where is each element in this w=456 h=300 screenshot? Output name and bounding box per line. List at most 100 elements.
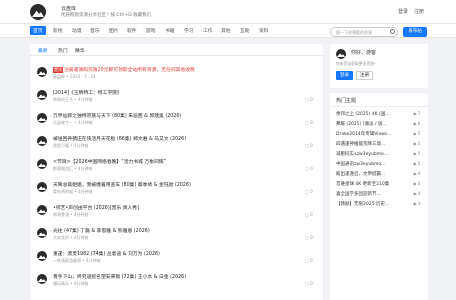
view-count-value: 5: [417, 161, 421, 166]
nav-item-movies[interactable]: 影视: [53, 27, 63, 34]
nav-item-work[interactable]: 工作: [203, 27, 213, 34]
view-count-value: 6: [417, 121, 421, 126]
reply-count: ▢ 0: [305, 235, 313, 240]
avatar[interactable]: [37, 251, 47, 261]
hot-topic-item[interactable]: 殿出逢逐启，文帝挺霸... ◉ 4: [336, 171, 424, 180]
avatar[interactable]: [37, 159, 47, 169]
list-item[interactable]: 重逢：渡灵1982 (74集) 丛意迪 & 刘万为 (2026) 一枕清醉游春雨…: [30, 249, 323, 269]
reply-count: ▢ 0: [305, 120, 313, 125]
nav-item-music[interactable]: 音乐: [90, 27, 100, 34]
list-item[interactable]: 光往 (47集) 丁磊 & 李思雅 & 熊雅恩 (2026) 大宋芝奶 • 4分…: [30, 226, 323, 246]
avatar[interactable]: [37, 205, 47, 215]
view-count-value: 4: [417, 181, 421, 186]
search-icon[interactable]: [390, 29, 395, 34]
post-title[interactable]: •综艺•声创由平台 (2026)[音乐 真人秀]: [53, 204, 139, 211]
post-title[interactable]: 重逢：渡灵1982 (74集) 丛意迪 & 刘万为 (2026): [53, 250, 160, 257]
site-name[interactable]: 云盘库: [61, 5, 76, 12]
post-title[interactable]: 光往 (47集) 丁磊 & 李思雅 & 熊雅恩 (2026): [53, 227, 150, 234]
avatar[interactable]: [37, 90, 47, 100]
hot-topic-title[interactable]: 音难星球 4K 更新至210集: [336, 181, 406, 187]
post-title[interactable]: <节目>【2026中国网络春晚】“活力书城 万象同辉”: [53, 158, 166, 165]
reply-count-value: 0: [310, 143, 313, 148]
avatar[interactable]: [37, 113, 47, 123]
avatar[interactable]: [37, 228, 47, 238]
search-input[interactable]: 搜一下你想要的资源: [330, 27, 398, 37]
header-register-link[interactable]: 注册: [414, 8, 424, 15]
view-count-value: 3: [417, 201, 421, 206]
list-item[interactable]: 天降总裁姐姐，我被缠着用查车 (80集) 蔡季修 & 金钰勋 (2026) 爱吃…: [30, 180, 323, 200]
hot-topic-title[interactable]: 殿出逢逐启，文帝挺霸...: [336, 171, 406, 177]
post-meta: 爱吃鸡的喵 • 4分钟前: [53, 189, 93, 194]
reply-count: ▢ 0: [305, 281, 313, 286]
tab-featured[interactable]: 精华: [75, 47, 85, 54]
post-title[interactable]: 天降总裁姐姐，我被缠着用查车 (80集) 蔡季修 & 金钰勋 (2026): [53, 181, 191, 188]
post-title[interactable]: 青手下山，终究道统名望安荣锁 (72集) 王小水 & 白金 (2026): [53, 273, 186, 280]
site-slogan: 优质网盘资源分享社区！按 Ctrl+D 收藏我们: [61, 13, 152, 18]
list-item[interactable]: 青手下山，终究道统名望安荣锁 (72集) 王小水 & 白金 (2026) 懂玩珠…: [30, 272, 323, 292]
hot-topic-item[interactable]: Drake2014年专辑Views... ◉ 5: [336, 131, 424, 140]
register-button[interactable]: 注册: [356, 71, 373, 80]
list-item[interactable]: 置顶 注册邀请码仅限20元即可领取全站所有资源，无任何其他收费 云盘库 • 202…: [30, 65, 323, 85]
hot-topic-item[interactable]: 【韩剧】无限2025 历史... ◉ 3: [336, 201, 424, 210]
view-count: ◉ 5: [413, 161, 421, 166]
hot-topic-title[interactable]: 中国通讯zw3eyubmo...: [336, 161, 406, 167]
hot-topic-title[interactable]: 减肥码实xzw3eyubmo...: [336, 151, 406, 157]
list-item[interactable]: •综艺•声创由平台 (2026)[音乐 真人秀] 帅哥梦源 • 4分钟前 ▢ 0: [30, 203, 323, 223]
avatar[interactable]: [37, 67, 47, 77]
site-logo[interactable]: [30, 4, 46, 20]
list-item[interactable]: 万界仙踪之独特宗族与天下 (80集) 朱迪茜 & 郭建奥 (2026) 马滋味丁…: [30, 111, 323, 131]
nav-item-study[interactable]: 学习: [184, 27, 194, 34]
post-title[interactable]: 被送回养猪庄在快活月天花板 (66集) 郑文君 & 马又文 (2026): [53, 135, 186, 142]
avatar[interactable]: [37, 182, 47, 192]
post-title[interactable]: [2014]《王牌特工：特工学院》: [53, 89, 122, 96]
post-meta: 我是小猫 • 4分钟前: [53, 143, 89, 148]
avatar[interactable]: [37, 274, 47, 284]
view-count: ◉ 7: [413, 111, 421, 116]
list-item[interactable]: [2014]《王牌特工：特工学院》 帅帅的王子 • 4分钟前 ▢ 0: [30, 88, 323, 108]
hot-topic-item[interactable]: 余邦之上 (2025) 4K (国... ◉ 7: [336, 111, 424, 120]
hot-topic-item[interactable]: 四遇逢神推能荒降三境... ◉ 5: [336, 141, 424, 150]
hot-topic-title[interactable]: 余邦之上 (2025) 4K (国...: [336, 111, 406, 117]
nav-item-materials[interactable]: 资料: [259, 27, 269, 34]
hot-topic-item[interactable]: 弗暖 (2025) [微淡 / 饭... ◉ 6: [336, 121, 424, 130]
hot-topic-item[interactable]: 中国通讯zw3eyubmo... ◉ 5: [336, 161, 424, 170]
hot-topic-title[interactable]: 【韩剧】无限2025 历史...: [336, 201, 406, 207]
post-meta: 马滋味丁一 • 4分钟前: [53, 120, 93, 125]
nav-item-home[interactable]: 首页: [30, 26, 46, 35]
post-title[interactable]: 万界仙踪之独特宗族与天下 (80集) 朱迪茜 & 郭建奥 (2026): [53, 112, 181, 119]
nav-item-books[interactable]: 书籍: [165, 27, 175, 34]
nav-item-images[interactable]: 图片: [109, 27, 119, 34]
reply-count-value: 0: [310, 120, 313, 125]
post-meta: 大宋芝奶 • 4分钟前: [53, 235, 89, 240]
nav-item-help[interactable]: 互助: [240, 27, 250, 34]
tab-latest[interactable]: 最新: [38, 47, 48, 54]
hot-topic-title[interactable]: 四遇逢神推能荒降三境...: [336, 141, 406, 147]
header-login-link[interactable]: 登录: [398, 8, 408, 15]
post-meta: 云盘库 • 2024 - 7 - 24: [53, 74, 96, 79]
tab-hot[interactable]: 热门: [58, 47, 68, 54]
post-title[interactable]: 置顶 注册邀请码仅限20元即可领取全站所有资源，无任何其他收费: [53, 66, 195, 73]
view-count: ◉ 3: [413, 201, 421, 206]
reply-count: ▢ 0: [305, 212, 313, 217]
avatar[interactable]: [37, 136, 47, 146]
list-item[interactable]: 被送回养猪庄在快活月天花板 (66集) 郑文君 & 马又文 (2026) 我是小…: [30, 134, 323, 154]
pin-badge: 置顶: [53, 67, 63, 73]
reply-count-value: 0: [310, 166, 313, 171]
hot-topic-title[interactable]: 弗暖 (2025) [微淡 / 饭...: [336, 121, 406, 127]
post-meta: 帅哥梦源 • 4分钟前: [53, 212, 89, 217]
nav-item-anime[interactable]: 动漫: [72, 27, 82, 34]
nav-item-other[interactable]: 其他: [221, 27, 231, 34]
nav-item-games[interactable]: 游戏: [146, 27, 156, 34]
hot-topic-title[interactable]: 喜全国学多团迎新节...: [336, 191, 406, 197]
hot-topic-item[interactable]: 音难星球 4K 更新至210集 ◉ 4: [336, 181, 424, 190]
post-title-text[interactable]: 注册邀请码仅限20元即可领取全站所有资源，无任何其他收费: [64, 68, 195, 73]
hot-topic-item[interactable]: 减肥码实xzw3eyubmo... ◉ 5: [336, 151, 424, 160]
view-count-value: 4: [417, 171, 421, 176]
login-button[interactable]: 登录: [336, 71, 353, 80]
publish-button[interactable]: 发布帖: [403, 27, 427, 37]
hot-topic-item[interactable]: 喜全国学多团迎新节... ◉ 4: [336, 191, 424, 200]
list-item[interactable]: <节目>【2026中国网络春晚】“活力书城 万象同辉” 影视饭团汇 • 4分钟前…: [30, 157, 323, 177]
nav-item-software[interactable]: 软件: [127, 27, 137, 34]
hot-topic-title[interactable]: Drake2014年专辑Views...: [336, 131, 406, 137]
view-count: ◉ 6: [413, 121, 421, 126]
